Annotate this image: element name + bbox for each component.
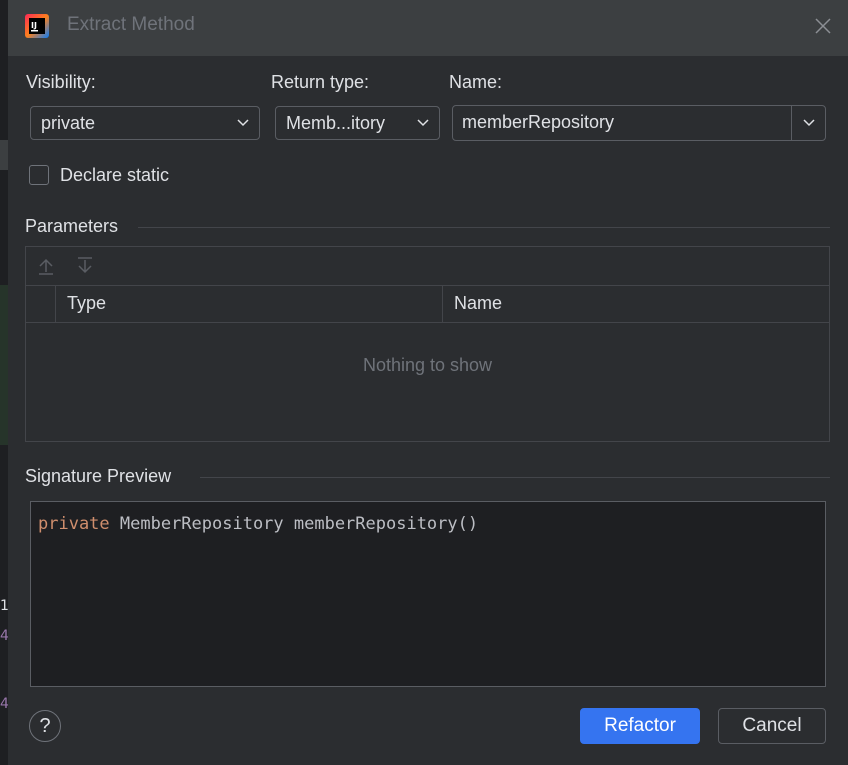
- chevron-down-icon: [417, 119, 429, 127]
- chevron-down-icon: [803, 119, 815, 127]
- help-button[interactable]: ?: [29, 710, 61, 742]
- gutter-highlight: [0, 285, 8, 445]
- visibility-value: private: [41, 113, 96, 133]
- svg-text:IJ: IJ: [31, 21, 37, 30]
- parameters-toolbar: [26, 247, 829, 286]
- cancel-button[interactable]: Cancel: [718, 708, 826, 744]
- signature-code: private MemberRepository memberRepositor…: [38, 514, 478, 534]
- signature-keyword: private: [38, 514, 110, 534]
- intellij-logo-icon: IJ: [25, 14, 49, 38]
- refactor-button[interactable]: Refactor: [580, 708, 700, 744]
- dialog-title: Extract Method: [67, 14, 195, 35]
- signature-rest: MemberRepository memberRepository(): [109, 514, 479, 534]
- parameters-title: Parameters: [25, 216, 119, 236]
- divider: [200, 477, 830, 478]
- return-type-value: Memb...itory: [286, 113, 386, 133]
- divider: [138, 227, 830, 228]
- visibility-dropdown[interactable]: private: [30, 106, 260, 140]
- gutter-highlight: [0, 140, 8, 170]
- column-separator: [55, 285, 56, 322]
- column-header-type[interactable]: Type: [67, 293, 106, 314]
- column-separator: [442, 285, 443, 322]
- empty-state-text: Nothing to show: [362, 355, 493, 375]
- return-type-dropdown[interactable]: Memb...itory: [275, 106, 440, 140]
- name-dropdown-button[interactable]: [792, 106, 826, 140]
- background-editor-gutter: 1 4 4: [0, 0, 9, 765]
- close-icon[interactable]: [812, 15, 834, 37]
- parameters-table: Type Name Nothing to show: [25, 246, 830, 442]
- visibility-label: Visibility:: [26, 72, 96, 92]
- declare-static-checkbox[interactable]: [29, 165, 49, 185]
- signature-preview-title: Signature Preview: [25, 466, 172, 486]
- name-input[interactable]: memberRepository: [462, 112, 614, 133]
- extract-method-dialog: IJ Extract Method Visibility: Return typ…: [8, 0, 848, 765]
- move-up-icon[interactable]: [36, 256, 56, 276]
- name-combo-field[interactable]: memberRepository: [452, 105, 826, 141]
- declare-static-label[interactable]: Declare static: [60, 165, 169, 186]
- move-down-icon[interactable]: [75, 256, 95, 276]
- title-bar[interactable]: IJ Extract Method: [8, 0, 848, 56]
- return-type-label: Return type:: [271, 72, 370, 92]
- signature-preview[interactable]: private MemberRepository memberRepositor…: [30, 501, 826, 687]
- chevron-down-icon: [237, 119, 249, 127]
- name-label: Name:: [449, 72, 503, 92]
- table-header: Type Name: [26, 285, 829, 323]
- column-header-name[interactable]: Name: [454, 293, 502, 314]
